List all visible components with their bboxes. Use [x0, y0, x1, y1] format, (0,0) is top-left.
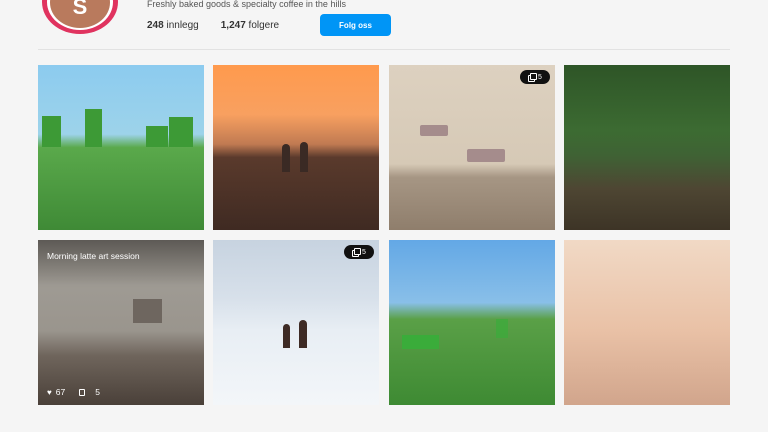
- carousel-badge: 5: [520, 70, 550, 84]
- tree-shape: [42, 116, 61, 147]
- silhouette-shape: [283, 324, 290, 348]
- followers-count: 1,247: [220, 20, 246, 31]
- heart-icon: ♥: [47, 387, 52, 397]
- bush-shape: [496, 319, 508, 338]
- comment-icon: [79, 388, 86, 396]
- grid-post-6[interactable]: 5: [213, 240, 379, 405]
- grid-post-8[interactable]: [564, 240, 730, 405]
- followers-stat[interactable]: 1,247 folgere: [221, 20, 279, 31]
- bush-shape: [402, 335, 439, 349]
- hover-overlay: [38, 240, 204, 285]
- follow-button[interactable]: Folg oss: [320, 14, 391, 36]
- profile-avatar[interactable]: S: [42, 0, 118, 34]
- grid-post-2[interactable]: [213, 65, 379, 230]
- posts-count: 248: [147, 20, 164, 31]
- grid-post-3[interactable]: 5: [389, 65, 555, 230]
- profile-stats: 248 innlegg 1,247 folgere: [147, 20, 279, 31]
- frame-shape: [467, 149, 505, 162]
- carousel-count: 5: [362, 248, 366, 256]
- comments-stat: 5: [79, 387, 100, 397]
- avatar-ring: S: [47, 0, 113, 30]
- avatar-letter: S: [50, 0, 110, 28]
- carousel-stack-icon: [528, 72, 538, 82]
- carousel-count: 5: [538, 73, 542, 81]
- tree-shape: [169, 117, 193, 147]
- frame-shape: [420, 125, 448, 136]
- posts-stat: 248 innlegg: [147, 20, 199, 31]
- silhouette-shape: [300, 142, 308, 172]
- post-caption: Morning latte art session: [47, 251, 140, 261]
- grid-post-5[interactable]: Morning latte art session ♥ 67 5: [38, 240, 204, 405]
- header-divider: [38, 49, 730, 50]
- silhouette-shape: [299, 320, 307, 348]
- likes-stat: ♥ 67: [47, 387, 65, 397]
- profile-bio: Freshly baked goods & specialty coffee i…: [147, 0, 346, 9]
- grid-post-4[interactable]: [564, 65, 730, 230]
- posts-label: innlegg: [166, 20, 199, 31]
- cup-shape: [133, 299, 162, 323]
- carousel-stack-icon: [352, 247, 362, 257]
- carousel-badge: 5: [344, 245, 374, 259]
- grid-post-1[interactable]: [38, 65, 204, 230]
- silhouette-shape: [282, 144, 290, 172]
- grid-post-7[interactable]: [389, 240, 555, 405]
- tree-shape: [85, 109, 102, 147]
- likes-count: 67: [55, 387, 66, 397]
- post-engagement: ♥ 67 5: [47, 387, 100, 397]
- comments-count: 5: [95, 387, 100, 397]
- tree-shape: [146, 126, 168, 147]
- followers-label: folgere: [248, 20, 280, 31]
